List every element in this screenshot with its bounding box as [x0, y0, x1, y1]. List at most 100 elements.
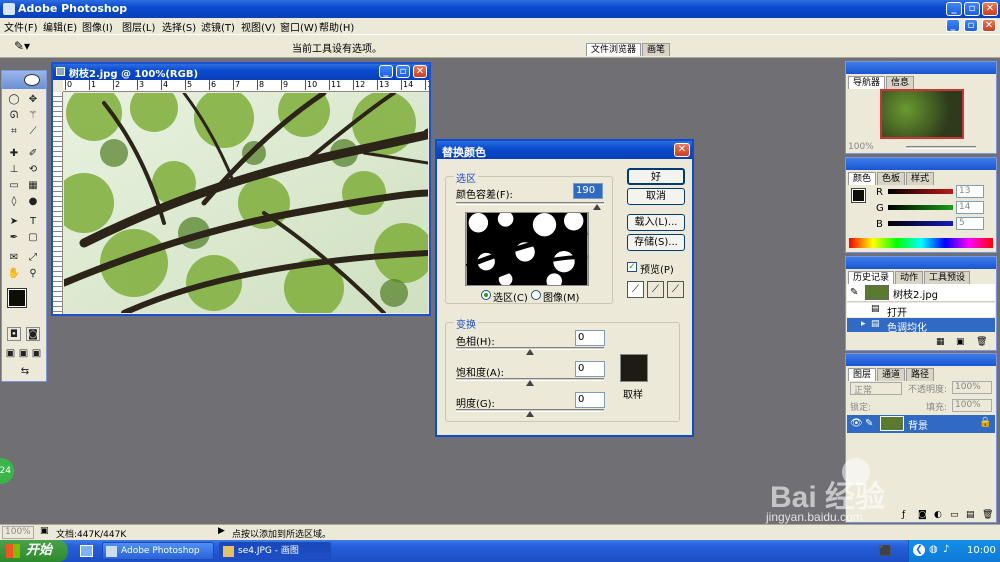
cancel-button[interactable]: 取消 [627, 188, 685, 205]
crop-tool-icon[interactable]: ⌗ [7, 125, 21, 139]
tab-info[interactable]: 信息 [886, 76, 915, 89]
doc-close-button[interactable]: ✕ [982, 19, 996, 32]
pen-tool-icon[interactable]: ✒ [7, 231, 21, 245]
menu-image[interactable]: 图像(I) [82, 19, 113, 34]
menu-help[interactable]: 帮助(H) [319, 19, 354, 34]
navigator-zoom[interactable]: 100% [848, 142, 874, 152]
menu-layer[interactable]: 图层(L) [122, 19, 155, 34]
new-snapshot-icon[interactable]: ▣ [956, 337, 965, 347]
eyedropper-plus-icon[interactable]: ⟋ [647, 281, 664, 298]
menu-filter[interactable]: 滤镜(T) [201, 19, 235, 34]
navigator-zoom-slider[interactable] [906, 146, 976, 149]
radio-selection[interactable] [481, 290, 491, 300]
new-document-icon[interactable]: ▦ [936, 337, 945, 347]
preview-checkbox[interactable]: ✓ [627, 262, 637, 272]
channel-g-field[interactable]: 14 [956, 201, 984, 214]
hue-slider-thumb[interactable] [526, 349, 534, 355]
radio-image-label[interactable]: 图像(M) [543, 289, 579, 304]
start-button[interactable]: 开始 [0, 540, 68, 562]
fill-field[interactable]: 100% [952, 399, 992, 412]
channel-r-slider[interactable] [888, 189, 953, 194]
menu-select[interactable]: 选择(S) [162, 19, 196, 34]
marquee-tool-icon[interactable]: ◯ [7, 93, 21, 107]
lightness-slider-thumb[interactable] [526, 411, 534, 417]
screen-mode-3-icon[interactable]: ▣ [31, 347, 42, 361]
radio-image[interactable] [531, 290, 541, 300]
brush-tool-icon[interactable]: ✐ [26, 147, 40, 161]
dialog-close-button[interactable]: ✕ [674, 143, 690, 157]
tab-channels[interactable]: 通道 [877, 368, 906, 381]
blend-mode-select[interactable]: 正常 [850, 382, 902, 396]
hue-field[interactable]: 0 [575, 330, 605, 346]
slice-tool-icon[interactable]: ⟋ [26, 125, 40, 139]
taskbar-item-photoshop[interactable]: Adobe Photoshop [102, 542, 214, 560]
show-desktop-icon[interactable] [80, 545, 93, 557]
close-button[interactable]: ✕ [982, 2, 998, 16]
tab-layers[interactable]: 图层 [848, 368, 877, 381]
tray-volume-icon[interactable]: ♪ [943, 544, 949, 555]
tab-brushes[interactable]: 画笔 [642, 43, 671, 56]
ok-button[interactable]: 好 [627, 168, 685, 185]
layer-brush-icon[interactable]: ✎ [865, 418, 873, 429]
notes-tool-icon[interactable]: ✉ [7, 251, 21, 265]
zoom-tool-icon[interactable]: ⚲ [26, 267, 40, 281]
tolerance-field[interactable]: 190 [573, 183, 603, 199]
history-item-open[interactable]: ▤ 打开 [847, 303, 995, 319]
imageready-icon[interactable]: ⇆ [12, 365, 38, 379]
tolerance-slider-thumb[interactable] [592, 204, 601, 210]
snapshot-brush-icon[interactable]: ✎ [850, 287, 858, 298]
hand-tool-icon[interactable]: ✋ [7, 267, 21, 281]
move-tool-icon[interactable]: ✥ [26, 93, 40, 107]
blur-tool-icon[interactable]: ◊ [7, 195, 21, 209]
minimize-button[interactable]: _ [946, 2, 962, 16]
tab-styles[interactable]: 样式 [906, 172, 935, 185]
menu-view[interactable]: 视图(V) [241, 19, 276, 34]
save-button[interactable]: 存储(S)... [627, 234, 685, 251]
lasso-tool-icon[interactable]: ᘏ [7, 109, 21, 123]
clone-stamp-icon[interactable]: ⊥ [7, 163, 21, 177]
tab-color[interactable]: 颜色 [848, 172, 877, 185]
status-arrow-icon[interactable]: ▶ [218, 526, 225, 536]
document-minimize-button[interactable]: _ [379, 65, 393, 78]
delete-state-icon[interactable]: 🗑 [976, 337, 987, 347]
shape-tool-icon[interactable]: ▢ [26, 231, 40, 245]
doc-minimize-button[interactable]: _ [946, 19, 960, 32]
eyedropper-icon[interactable]: ⟋ [627, 281, 644, 298]
side-badge[interactable]: 24 [0, 458, 14, 484]
magic-wand-icon[interactable]: ⚚ [26, 109, 40, 123]
tab-history[interactable]: 历史记录 [848, 271, 895, 284]
type-tool-icon[interactable]: T [26, 215, 40, 229]
foreground-color-swatch[interactable] [7, 288, 27, 308]
radio-selection-label[interactable]: 选区(C) [493, 289, 528, 304]
doc-restore-button[interactable]: ▫ [964, 19, 978, 32]
eyedropper-tool-icon[interactable]: ⤢ [26, 251, 40, 265]
screen-mode-1-icon[interactable]: ▣ [5, 347, 16, 361]
taskbar-small-icon[interactable]: ⬛ [879, 546, 891, 557]
tab-actions[interactable]: 动作 [895, 271, 924, 284]
tab-tool-presets[interactable]: 工具预设 [924, 271, 971, 284]
sample-color-swatch[interactable] [620, 354, 648, 382]
preview-label[interactable]: 预览(P) [640, 261, 674, 276]
history-snapshot-row[interactable]: ✎ 树枝2.jpg [847, 284, 995, 302]
menu-edit[interactable]: 编辑(E) [43, 19, 77, 34]
channel-r-field[interactable]: 13 [956, 185, 984, 198]
menu-file[interactable]: 文件(F) [4, 19, 38, 34]
history-item-equalize[interactable]: ▸ ▤ 色调均化 [847, 318, 995, 334]
opacity-field[interactable]: 100% [952, 381, 992, 394]
channel-b-field[interactable]: 5 [956, 217, 984, 230]
document-close-button[interactable]: ✕ [413, 65, 427, 78]
tray-network-icon[interactable]: ◍ [929, 544, 938, 555]
healing-brush-icon[interactable]: ✚ [7, 147, 21, 161]
document-maximize-button[interactable]: ▫ [396, 65, 410, 78]
standard-mode-icon[interactable]: ◘ [7, 327, 21, 341]
path-select-icon[interactable]: ➤ [7, 215, 21, 229]
tab-paths[interactable]: 路径 [906, 368, 935, 381]
tab-file-browser[interactable]: 文件浏览器 [586, 43, 642, 56]
screen-mode-2-icon[interactable]: ▣ [18, 347, 29, 361]
eyedropper-icon[interactable]: ✎▾ [14, 39, 30, 53]
color-foreground-swatch[interactable] [851, 188, 866, 203]
dodge-tool-icon[interactable]: ● [26, 195, 40, 209]
maximize-button[interactable]: ▫ [964, 2, 980, 16]
quickmask-mode-icon[interactable]: ◙ [26, 327, 40, 341]
layer-row-background[interactable]: 👁 ✎ 背景 🔒 [847, 415, 995, 433]
